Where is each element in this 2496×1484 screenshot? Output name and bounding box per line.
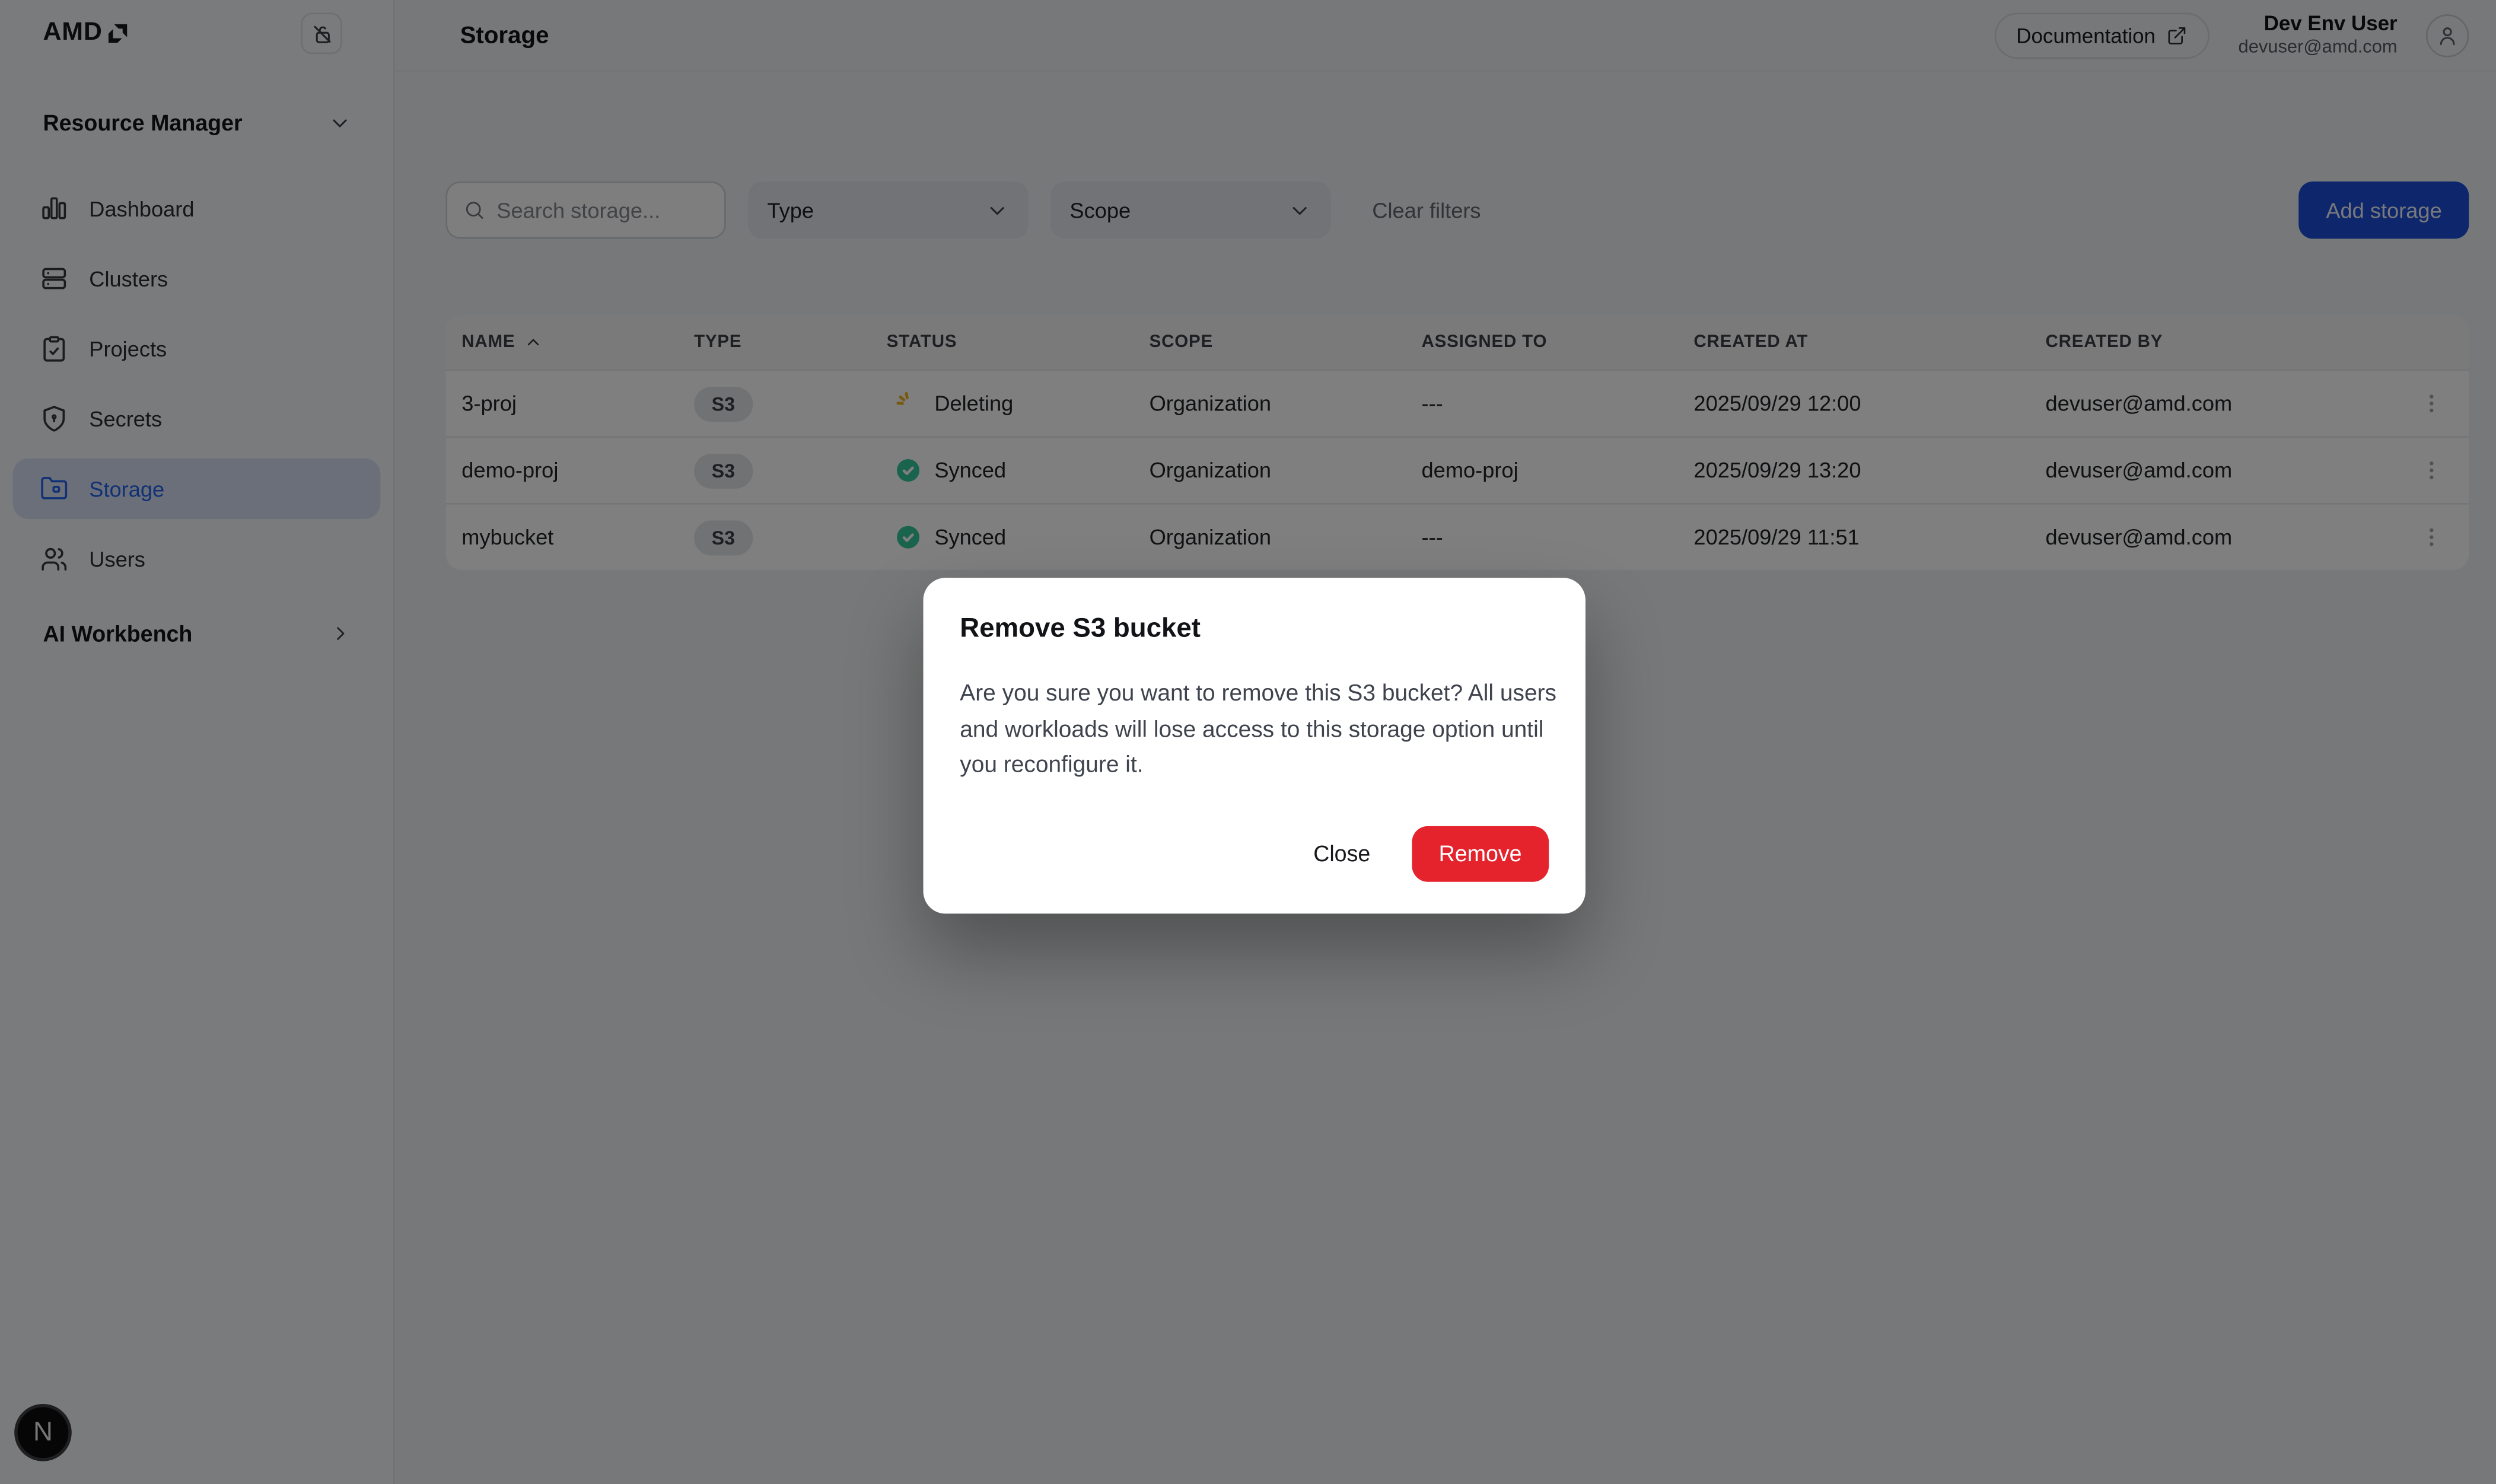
app-window: AMD Resource Mana: [0, 0, 2496, 1484]
dialog-actions: Close Remove: [960, 825, 1549, 881]
close-button[interactable]: Close: [1304, 828, 1380, 879]
remove-s3-bucket-dialog: Remove S3 bucket Are you sure you want t…: [924, 578, 1586, 913]
dialog-body-text: Are you sure you want to remove this S3 …: [960, 677, 1558, 784]
remove-button[interactable]: Remove: [1412, 825, 1549, 881]
dialog-title: Remove S3 bucket: [960, 613, 1549, 645]
